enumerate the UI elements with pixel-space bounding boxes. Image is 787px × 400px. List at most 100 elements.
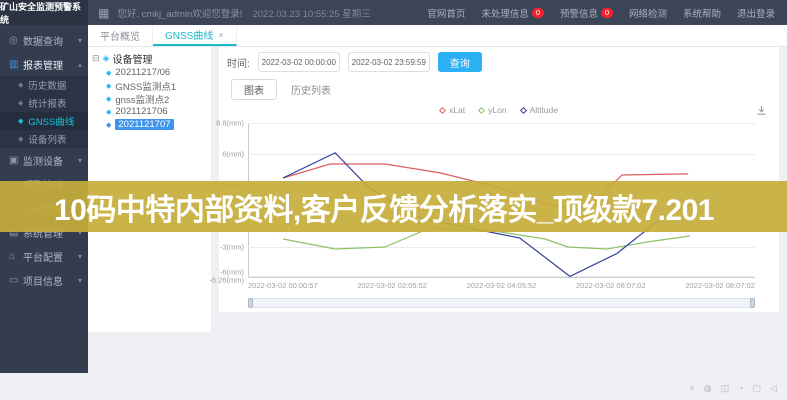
query-button[interactable]: 查询 — [438, 52, 482, 72]
legend-label: xLat — [449, 105, 465, 115]
y-tick-label: 6(mm) — [222, 150, 244, 159]
x-tick-label: 2022-03-02 04:05:52 — [467, 281, 537, 290]
save-as-image-icon[interactable] — [756, 103, 767, 121]
grid-menu-icon[interactable]: ▦ — [98, 6, 109, 20]
bullet-icon: ◆ — [18, 81, 23, 89]
tree-node[interactable]: ◆ gnss监测点2 — [106, 93, 207, 104]
folder-icon: ◈ — [103, 53, 110, 64]
sidebar-item-devices[interactable]: ▣ 监测设备 ▾ — [0, 148, 88, 172]
view-tab-chart[interactable]: 图表 — [231, 79, 277, 100]
header-menu-unhandled[interactable]: 未处理信息 0 — [481, 6, 544, 20]
unhandled-count-badge: 0 — [532, 8, 544, 18]
tree-node[interactable]: ◆ 2021121706 — [106, 106, 207, 117]
tree-collapse-icon[interactable]: ⊟ — [92, 53, 100, 64]
user-icon: ◎ — [9, 35, 23, 46]
sidebar-item-reports[interactable]: ▥ 报表管理 ▴ — [0, 52, 88, 76]
device-node-icon: ◆ — [106, 82, 111, 90]
sidebar-item-label: 监测设备 — [23, 153, 63, 168]
floating-clock-icon[interactable]: ◔ — [738, 383, 743, 394]
header-menu-alerts[interactable]: 预警信息 0 — [560, 6, 613, 20]
bar-chart-icon: ▥ — [9, 59, 23, 70]
floating-box-icon[interactable]: ▢ — [753, 383, 762, 394]
x-tick-label: 2022-03-02 06:07:02 — [576, 281, 646, 290]
floating-circle-icon[interactable]: ◍ — [704, 383, 712, 394]
bullet-icon: ◆ — [18, 99, 23, 107]
x-tick-label: 2022-03-02 00:00:57 — [248, 281, 318, 290]
header-menu-network[interactable]: 网络检测 — [629, 6, 667, 20]
tree-node[interactable]: ◆ 20211217/06 — [106, 67, 207, 78]
start-time-input[interactable] — [258, 52, 340, 72]
floating-toolbar: × ◍ ◫ ◔ ▢ ◁ — [689, 383, 777, 394]
sidebar-item-project-info[interactable]: ▭ 项目信息 ▾ — [0, 268, 88, 292]
alert-count-badge: 0 — [601, 8, 613, 18]
header-menu-alerts-label: 预警信息 — [560, 6, 598, 20]
home-icon: ⌂ — [9, 251, 23, 262]
sidebar-subitem-history-data[interactable]: ◆ 历史数据 — [0, 76, 88, 94]
header-menu: 官网首页 未处理信息 0 预警信息 0 网络检测 系统帮助 退出登录 — [427, 6, 787, 20]
sidebar-subitem-label: 历史数据 — [28, 78, 66, 92]
tree-node-label: 2021121706 — [115, 106, 167, 117]
spam-banner-overlay: 10码中特内部资料,客户反馈分析落实_顶级款7.201 — [0, 181, 787, 232]
device-node-icon: ◆ — [106, 108, 111, 116]
zoom-handle-left[interactable] — [248, 298, 253, 308]
page-tab-bar: 平台概览 GNSS曲线 × — [88, 25, 787, 47]
tree-root-node[interactable]: ⊟ ◈ 设备管理 — [92, 51, 207, 65]
legend-marker-icon — [478, 106, 485, 113]
floating-window-icon[interactable]: ◫ — [721, 383, 730, 394]
zoom-handle-right[interactable] — [750, 298, 755, 308]
x-tick-label: 2022-03-02 02:05:52 — [357, 281, 427, 290]
chevron-up-icon: ▴ — [78, 60, 82, 69]
floating-arrow-icon[interactable]: ◁ — [770, 383, 777, 394]
sidebar-subitem-device-list[interactable]: ◆ 设备列表 — [0, 130, 88, 148]
briefcase-icon: ▭ — [9, 275, 23, 286]
sidebar-item-label: 报表管理 — [23, 57, 63, 72]
sidebar-subitem-gnss-curve[interactable]: ◆ GNSS曲线 — [0, 112, 88, 130]
end-time-input[interactable] — [348, 52, 430, 72]
chevron-down-icon: ▾ — [78, 36, 82, 45]
logout-button[interactable]: 退出登录 — [737, 6, 775, 20]
monitor-icon: ▣ — [9, 155, 23, 166]
header-menu-home[interactable]: 官网首页 — [427, 6, 465, 20]
sidebar-item-label: 平台配置 — [23, 249, 63, 264]
tree-node[interactable]: ◆ GNSS监测点1 — [106, 80, 207, 91]
x-axis-labels: 2022-03-02 00:00:57 2022-03-02 02:05:52 … — [248, 281, 755, 290]
tree-root-label: 设备管理 — [112, 51, 152, 66]
time-filter-row: 时间: 查询 — [219, 47, 779, 73]
legend-marker-icon — [520, 106, 527, 113]
view-tab-history-list[interactable]: 历史列表 — [291, 80, 331, 99]
chart-legend: xLat yLon Altitude — [219, 101, 779, 119]
tree-node-selected[interactable]: ◆ 2021121707 — [106, 119, 207, 130]
close-icon[interactable]: × — [218, 30, 223, 40]
sidebar-item-data-query[interactable]: ◎ 数据查询 ▾ — [0, 28, 88, 52]
floating-close-icon[interactable]: × — [689, 383, 694, 394]
y-tick-label: -6.26(mm) — [209, 276, 244, 285]
view-switch-tabs: 图表 历史列表 — [219, 73, 779, 99]
data-zoom-slider[interactable] — [248, 298, 755, 308]
device-node-icon: ◆ — [106, 69, 111, 77]
device-node-icon: ◆ — [106, 121, 111, 129]
device-node-icon: ◆ — [106, 95, 111, 103]
tree-node-label: 20211217/06 — [115, 67, 170, 78]
legend-item-altitude[interactable]: Altitude — [521, 105, 558, 115]
chart-card: 时间: 查询 图表 历史列表 xLat yLon Altitude — [219, 47, 779, 312]
header-menu-help[interactable]: 系统帮助 — [683, 6, 721, 20]
chevron-down-icon: ▾ — [78, 252, 82, 261]
tab-platform-overview[interactable]: 平台概览 — [88, 25, 153, 46]
y-tick-label: -3(mm) — [220, 243, 244, 252]
bullet-icon: ◆ — [18, 135, 23, 143]
sidebar-item-label: 项目信息 — [23, 273, 63, 288]
sidebar-item-platform-config[interactable]: ⌂ 平台配置 ▾ — [0, 244, 88, 268]
tree-node-label: 2021121707 — [115, 119, 173, 130]
app-title: 矿山安全监测预警系统 — [0, 0, 88, 25]
sidebar-submenu-reports: ◆ 历史数据 ◆ 统计报表 ◆ GNSS曲线 ◆ 设备列表 — [0, 76, 88, 148]
tree-node-label: GNSS监测点1 — [115, 79, 176, 93]
legend-item-ylon[interactable]: yLon — [479, 105, 506, 115]
y-tick-label: 8.8(mm) — [216, 119, 244, 128]
header-datetime: 2022.03.23 10:55:25 星期三 — [252, 6, 370, 20]
time-filter-label: 时间: — [227, 55, 250, 70]
sidebar-subitem-label: 设备列表 — [28, 132, 66, 146]
tab-gnss-curve[interactable]: GNSS曲线 × — [153, 25, 237, 46]
top-header: 矿山安全监测预警系统 ▦ 您好, cmkj_admin欢迎您登录! 2022.0… — [0, 0, 787, 25]
legend-item-xlat[interactable]: xLat — [440, 105, 465, 115]
sidebar-subitem-stat-report[interactable]: ◆ 统计报表 — [0, 94, 88, 112]
